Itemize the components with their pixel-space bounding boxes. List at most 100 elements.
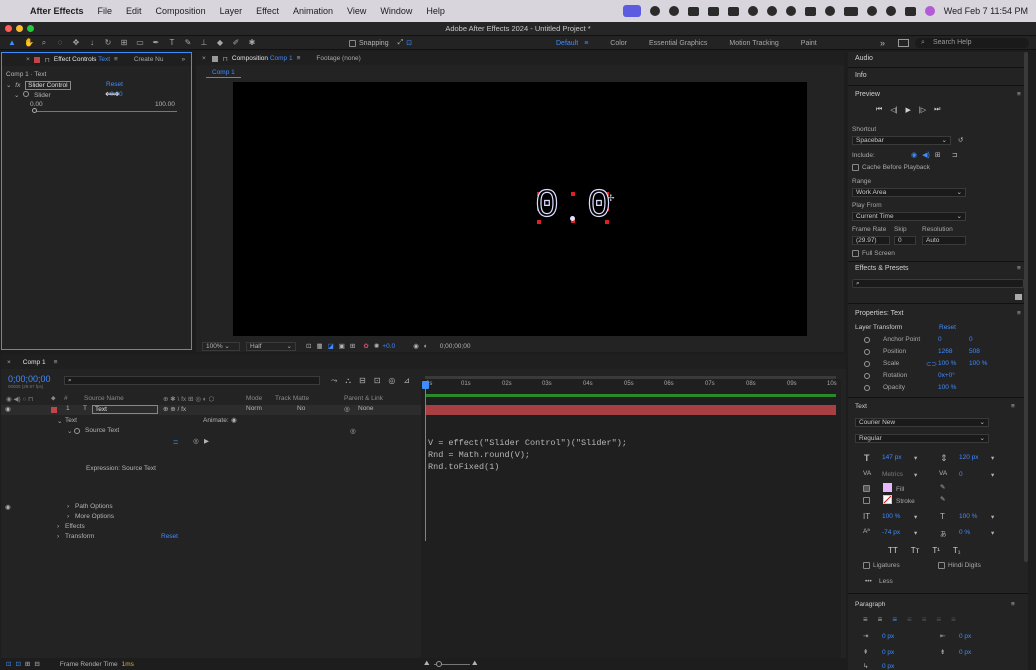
preview-menu-icon[interactable]: ≡ bbox=[1017, 91, 1021, 98]
info-panel-header[interactable]: Info bbox=[855, 72, 867, 79]
shy-layers-icon[interactable]: ⊟ bbox=[359, 376, 366, 386]
expand-chevron-icon[interactable]: ⌄ bbox=[6, 82, 11, 89]
fill-swatch[interactable] bbox=[883, 483, 892, 492]
zoom-out-icon[interactable]: ⛰ bbox=[424, 660, 429, 668]
slider-knob[interactable] bbox=[32, 108, 37, 113]
audio-panel-header[interactable]: Audio bbox=[855, 55, 873, 62]
tab-footage[interactable]: Footage (none) bbox=[316, 55, 360, 62]
monitor-icon[interactable] bbox=[804, 6, 816, 16]
include-layer-controls-icon[interactable]: ⊐ bbox=[952, 151, 958, 159]
zoom-in-icon[interactable]: ⛰ bbox=[472, 660, 477, 668]
fit-icon[interactable]: ⊡ bbox=[306, 342, 311, 350]
clock-icon[interactable] bbox=[824, 6, 835, 16]
layer-row-text[interactable]: ◉ 1 T Text ⊕ ⊕ / fx Norm No ◎ None bbox=[1, 405, 421, 415]
leading-value[interactable]: 120 px bbox=[959, 454, 979, 461]
motion-blur-icon[interactable]: ◎ bbox=[388, 376, 395, 386]
panel-layout-icon[interactable] bbox=[898, 39, 909, 47]
close-comp-panel-icon[interactable]: × bbox=[202, 55, 206, 62]
bbox-handle-tc[interactable] bbox=[571, 192, 575, 196]
ligatures-toggle[interactable]: Ligatures bbox=[863, 562, 900, 571]
menu-layer[interactable]: Layer bbox=[220, 6, 243, 16]
font-size-chevron-icon[interactable]: ▾ bbox=[914, 454, 917, 462]
panel-lock-icon[interactable]: ⊓ bbox=[45, 56, 50, 64]
status-icon[interactable] bbox=[649, 6, 660, 16]
source-name-header[interactable]: Source Name bbox=[84, 395, 124, 402]
effect-reset-link[interactable]: Reset bbox=[106, 81, 123, 88]
app-icon[interactable] bbox=[727, 6, 739, 16]
space-after-value[interactable]: 0 px bbox=[959, 649, 971, 656]
skip-dropdown[interactable]: 0 bbox=[894, 236, 916, 245]
source-text-chevron-icon[interactable]: ⌄ bbox=[67, 427, 72, 435]
effects-search-field[interactable]: ⌕ bbox=[852, 279, 1024, 288]
justify-last-right-icon[interactable]: ≡ bbox=[936, 615, 941, 624]
snap-options-icon[interactable]: ⤢ bbox=[398, 39, 404, 47]
s-app-icon[interactable] bbox=[747, 6, 758, 16]
screen-icon[interactable] bbox=[707, 6, 719, 16]
slider-track[interactable] bbox=[34, 111, 177, 112]
align-left-icon[interactable]: ≡ bbox=[863, 615, 868, 624]
battery-icon[interactable] bbox=[843, 6, 858, 16]
menu-view[interactable]: View bbox=[347, 6, 366, 16]
dolly-tool-icon[interactable]: ↓ bbox=[88, 38, 96, 47]
new-preset-icon[interactable] bbox=[1015, 294, 1022, 300]
justify-last-left-icon[interactable]: ≡ bbox=[907, 615, 912, 624]
shortcut-dropdown[interactable]: Spacebar ⌄ bbox=[852, 136, 951, 145]
rotate-tool-icon[interactable]: ↻ bbox=[104, 38, 112, 47]
animate-add-icon[interactable]: ◉ bbox=[231, 416, 237, 424]
pan-tool-icon[interactable]: ✥ bbox=[72, 38, 80, 47]
timeline-zoom-knob[interactable] bbox=[436, 661, 442, 667]
tracking-chevron-icon[interactable]: ▾ bbox=[991, 471, 994, 479]
workspace-menu-icon[interactable]: ≡ bbox=[584, 40, 588, 47]
layer-switches-icons[interactable]: ⊕ ⊕ / fx bbox=[163, 405, 186, 413]
timeline-ruler[interactable]: 0s 01s 02s 03s 04s 05s 06s 07s 08s 09s 1… bbox=[421, 381, 837, 391]
layer-matte-dropdown[interactable]: No bbox=[297, 405, 305, 412]
full-screen-toggle[interactable]: Full Screen bbox=[852, 250, 895, 259]
tab-overflow-icon[interactable]: » bbox=[181, 56, 185, 63]
baseline-shift-chevron-icon[interactable]: ▾ bbox=[914, 529, 917, 537]
horizontal-scale-value[interactable]: 100 % bbox=[959, 513, 977, 520]
effects-presets-menu-icon[interactable]: ≡ bbox=[1017, 265, 1021, 272]
menu-edit[interactable]: Edit bbox=[126, 6, 142, 16]
exposure-value[interactable]: +0.0 bbox=[382, 343, 395, 350]
status-render-icon[interactable]: ⊡ bbox=[6, 660, 11, 668]
status-flowchart-icon[interactable]: ⊡ bbox=[15, 660, 20, 668]
effects-chevron-icon[interactable]: › bbox=[57, 523, 59, 530]
workspace-default[interactable]: Default bbox=[556, 40, 578, 47]
comp-tab-menu-icon[interactable]: ≡ bbox=[297, 55, 301, 62]
composition-viewer[interactable]: 0 0 ✢ bbox=[233, 82, 807, 336]
zoom-tool-icon[interactable]: ⌕ bbox=[40, 38, 48, 47]
stopwatch-icon[interactable] bbox=[23, 91, 30, 97]
brush-tool-icon[interactable]: ✎ bbox=[184, 38, 192, 47]
selection-tool-icon[interactable]: ▲ bbox=[8, 38, 16, 47]
transparency-grid-icon[interactable]: ▦ bbox=[316, 342, 322, 350]
first-frame-icon[interactable]: ⏮ bbox=[876, 106, 882, 114]
vertical-scale-value[interactable]: 100 % bbox=[882, 513, 900, 520]
baseline-shift-value[interactable]: -74 px bbox=[882, 529, 900, 536]
puppet-tool-icon[interactable]: ✱ bbox=[248, 38, 256, 47]
all-caps-icon[interactable]: TT bbox=[888, 546, 898, 555]
expression-editor[interactable]: V = effect("Slider Control")("Slider"); R… bbox=[428, 437, 627, 473]
tab-composition[interactable]: Composition Comp 1 bbox=[232, 55, 293, 62]
space-before-value[interactable]: 0 px bbox=[882, 649, 894, 656]
frame-rate-dropdown[interactable]: (29.97) bbox=[852, 236, 890, 245]
fx-icon[interactable]: fx bbox=[15, 82, 20, 89]
source-text-stopwatch-icon[interactable] bbox=[74, 428, 80, 434]
hindi-digits-toggle[interactable]: Hindi Digits bbox=[938, 562, 981, 571]
kerning-value[interactable]: Metrics bbox=[882, 471, 903, 478]
roto-brush-tool-icon[interactable]: ✐ bbox=[232, 38, 240, 47]
spotlight-icon[interactable] bbox=[885, 6, 896, 16]
close-window-icon[interactable] bbox=[5, 25, 12, 32]
screen-recorder-icon[interactable] bbox=[622, 5, 641, 17]
layer-duration-bar[interactable] bbox=[425, 405, 836, 415]
wifi-icon[interactable] bbox=[866, 6, 877, 16]
tab-menu-icon[interactable]: ≡ bbox=[114, 56, 118, 63]
horizontal-scale-chevron-icon[interactable]: ▾ bbox=[991, 513, 994, 521]
search-help-field[interactable]: ⌕ Search Help bbox=[915, 38, 1029, 48]
menu-window[interactable]: Window bbox=[380, 6, 412, 16]
rectangle-tool-icon[interactable]: ▭ bbox=[136, 38, 144, 47]
indent-left-value[interactable]: 0 px bbox=[882, 633, 894, 640]
stroke-swatch[interactable] bbox=[883, 495, 892, 504]
scale-x[interactable]: 100 % bbox=[938, 360, 956, 367]
anchor-point-icon[interactable]: ✢ bbox=[607, 193, 615, 204]
layer-label-color[interactable] bbox=[51, 407, 57, 413]
